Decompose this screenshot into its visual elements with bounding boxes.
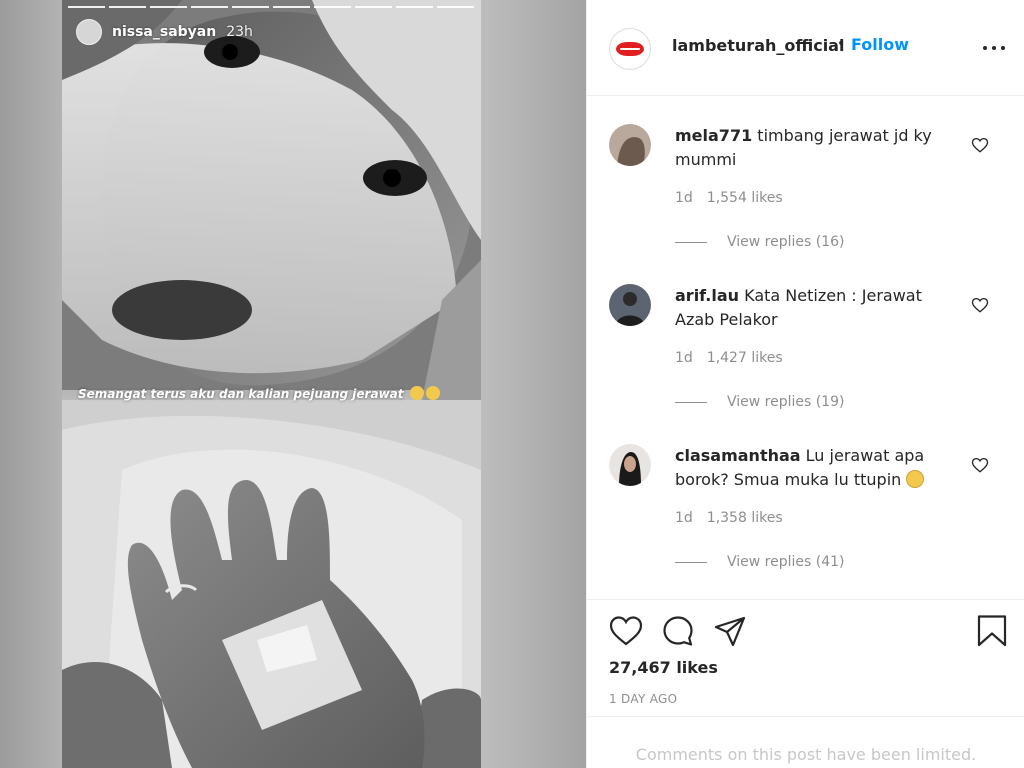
story-photo-illustration (62, 0, 481, 768)
account-username[interactable]: lambeturah_official (672, 36, 844, 55)
replies-divider (675, 241, 707, 243)
story-caption-label: Semangat terus aku dan kalian pejuang je… (78, 387, 404, 401)
commenter-avatar[interactable] (609, 124, 651, 166)
view-replies-label: View replies (16) (727, 234, 845, 250)
comment-heart-icon[interactable] (971, 296, 989, 314)
story-header: nissa_sabyan 23h (76, 18, 253, 46)
comment-item: arif.lau Kata Netizen : Jerawat Azab Pel… (587, 256, 1024, 416)
story-username: nissa_sabyan (112, 24, 217, 40)
account-avatar[interactable] (609, 28, 651, 70)
comment-icon[interactable] (661, 614, 695, 648)
view-replies-label: View replies (19) (727, 394, 845, 410)
story-progress-bar (355, 6, 392, 8)
story-progress-bar (232, 6, 269, 8)
story-progress-bar (191, 6, 228, 8)
post-timestamp[interactable]: 1 DAY AGO (609, 692, 677, 706)
comments-limited-notice: Comments on this post have been limited. (635, 745, 977, 764)
post-likes-count[interactable]: 27,467 likes (609, 658, 718, 677)
comment-username[interactable]: mela771 (675, 126, 752, 145)
view-replies-button[interactable]: View replies (16) (675, 234, 845, 250)
instagram-post-modal: nissa_sabyan 23h Semangat terus aku dan … (0, 0, 1024, 768)
story-progress-bar (109, 6, 146, 8)
comment-age: 1d (675, 350, 693, 366)
follow-button[interactable]: Follow (851, 35, 909, 54)
story-avatar (76, 19, 102, 45)
comment-item: mela771 timbang jerawat jd ky mummi 1d 1… (587, 96, 1024, 256)
story-progress-bar (68, 6, 105, 8)
more-options-icon[interactable] (983, 38, 1005, 58)
view-replies-button[interactable]: View replies (19) (675, 394, 845, 410)
view-replies-button[interactable]: View replies (41) (675, 554, 845, 570)
comment-meta: 1d 1,358 likes (675, 510, 783, 526)
comment-meta: 1d 1,554 likes (675, 190, 783, 206)
story-timestamp: 23h (226, 24, 253, 40)
replies-divider (675, 561, 707, 563)
story-progress-bar (150, 6, 187, 8)
comment-text-block: clasamanthaa Lu jerawat apa borok? Smua … (675, 444, 943, 492)
story-progress-bar (273, 6, 310, 8)
comment-username[interactable]: clasamanthaa (675, 446, 801, 465)
commenter-avatar[interactable] (609, 444, 651, 486)
view-replies-label: View replies (41) (727, 554, 845, 570)
grimace-emoji-icon (906, 470, 925, 488)
story-image: nissa_sabyan 23h Semangat terus aku dan … (62, 0, 481, 768)
comment-heart-icon[interactable] (971, 456, 989, 474)
post-header: lambeturah_official • Follow (587, 0, 1024, 96)
comment-meta: 1d 1,427 likes (675, 350, 783, 366)
post-actions-bar (609, 614, 1009, 648)
comment-text-block: arif.lau Kata Netizen : Jerawat Azab Pel… (675, 284, 943, 332)
comment-item: clasamanthaa Lu jerawat apa borok? Smua … (587, 416, 1024, 576)
comment-likes[interactable]: 1,554 likes (707, 190, 783, 206)
story-caption-text: Semangat terus aku dan kalian pejuang je… (78, 386, 440, 401)
bookmark-icon[interactable] (975, 614, 1009, 648)
comment-heart-icon[interactable] (971, 136, 989, 154)
comments-limited-bar: Comments on this post have been limited. (587, 716, 1024, 768)
story-progress-bar (396, 6, 433, 8)
comment-age: 1d (675, 190, 693, 206)
comment-age: 1d (675, 510, 693, 526)
comment-likes[interactable]: 1,358 likes (707, 510, 783, 526)
media-backdrop-left (0, 0, 62, 768)
comments-list: mela771 timbang jerawat jd ky mummi 1d 1… (587, 96, 1024, 600)
header-separator: • (837, 36, 846, 52)
face-emoji-icon (409, 386, 424, 400)
lips-logo-icon (616, 42, 644, 56)
comment-text-block: mela771 timbang jerawat jd ky mummi (675, 124, 943, 172)
story-progress-bar (314, 6, 351, 8)
replies-divider (675, 401, 707, 403)
media-backdrop-right (481, 0, 586, 768)
commenter-avatar[interactable] (609, 284, 651, 326)
post-media[interactable]: nissa_sabyan 23h Semangat terus aku dan … (0, 0, 586, 768)
story-progress-bar (437, 6, 474, 8)
share-icon[interactable] (713, 614, 747, 648)
post-details-panel: lambeturah_official • Follow mela771 tim… (586, 0, 1024, 768)
comment-username[interactable]: arif.lau (675, 286, 739, 305)
hug-emoji-icon (425, 386, 440, 400)
heart-icon[interactable] (609, 614, 643, 648)
comment-likes[interactable]: 1,427 likes (707, 350, 783, 366)
